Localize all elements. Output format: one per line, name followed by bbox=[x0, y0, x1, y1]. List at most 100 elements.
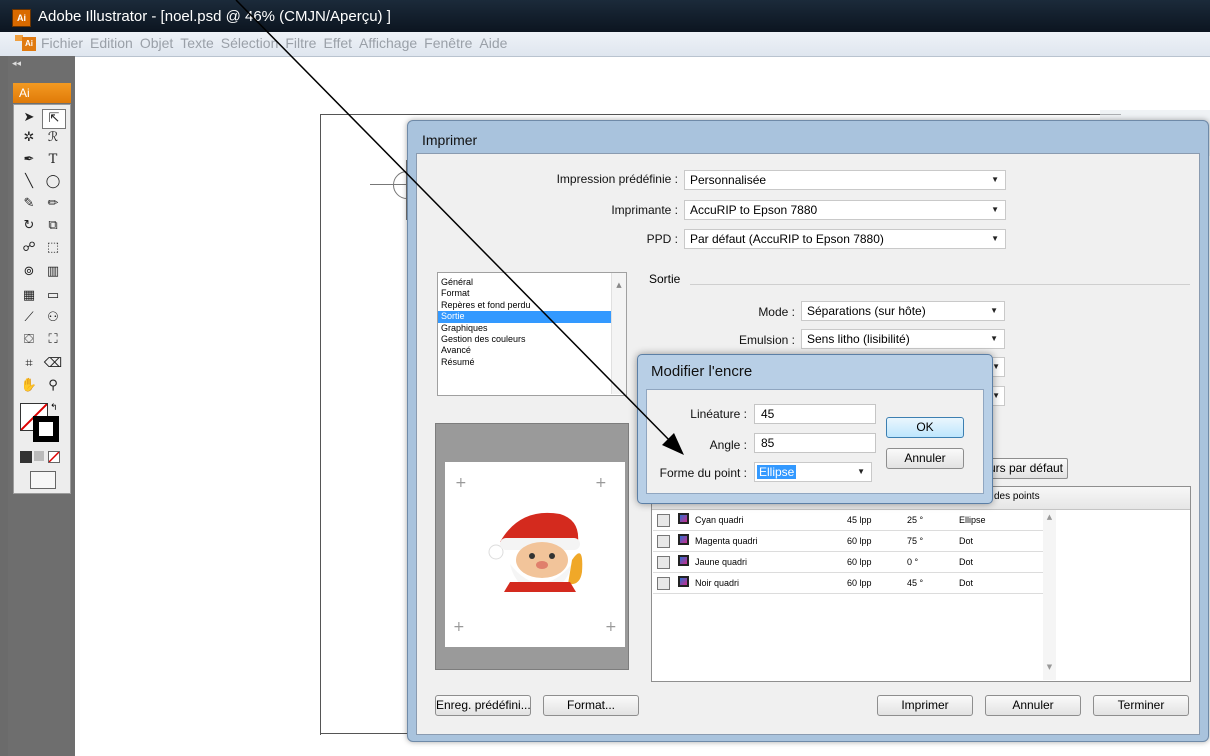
paintbrush-tool-icon[interactable]: ✎ bbox=[18, 195, 40, 213]
ok-button[interactable]: OK bbox=[886, 417, 964, 438]
printer-icon[interactable] bbox=[657, 577, 670, 590]
category-color-management[interactable]: Gestion des couleurs bbox=[438, 334, 626, 345]
ink-dot-shape: Dot bbox=[959, 536, 974, 546]
direct-selection-tool-icon[interactable]: ⇱ bbox=[42, 109, 66, 129]
ink-name: Noir quadri bbox=[695, 578, 740, 588]
emulsion-label: Emulsion : bbox=[738, 333, 795, 347]
ink-angle: 45 ° bbox=[907, 578, 924, 588]
swap-colors-icon[interactable]: ↰ bbox=[50, 403, 58, 413]
slice-tool-icon[interactable]: ⌗ bbox=[18, 355, 40, 373]
output-section-title: Sortie bbox=[649, 272, 681, 286]
eraser-tool-icon[interactable]: ⌫ bbox=[42, 355, 64, 373]
menu-selection[interactable]: Sélection bbox=[221, 35, 279, 51]
dot-column-header[interactable]: des points bbox=[994, 491, 1040, 502]
selection-tool-icon[interactable]: ➤ bbox=[18, 109, 40, 127]
cancel-button[interactable]: Annuler bbox=[985, 695, 1081, 716]
graph-tool-icon[interactable]: ▥ bbox=[42, 263, 64, 281]
menu-fichier[interactable]: Fichier bbox=[41, 35, 83, 51]
live-paint-tool-icon[interactable]: ⛋ bbox=[18, 331, 40, 349]
menu-items: Fichier Edition Objet Texte Sélection Fi… bbox=[41, 35, 507, 51]
menu-objet[interactable]: Objet bbox=[140, 35, 173, 51]
table-row[interactable]: Magenta quadri 60 lpp 75 ° Dot bbox=[653, 531, 1043, 552]
live-paint-selection-tool-icon[interactable]: ⛶ bbox=[42, 331, 64, 349]
menu-texte[interactable]: Texte bbox=[180, 35, 213, 51]
ellipse-tool-icon[interactable]: ◯ bbox=[42, 173, 64, 191]
warp-tool-icon[interactable]: ☍ bbox=[18, 239, 40, 257]
registration-icon: + bbox=[595, 475, 607, 491]
hand-tool-icon[interactable]: ✋ bbox=[18, 377, 40, 395]
gradient-mode-icon[interactable] bbox=[34, 451, 44, 461]
table-row[interactable]: Jaune quadri 60 lpp 0 ° Dot bbox=[653, 552, 1043, 573]
menu-affichage[interactable]: Affichage bbox=[359, 35, 417, 51]
symbol-sprayer-tool-icon[interactable]: ⊚ bbox=[18, 263, 40, 281]
santa-image bbox=[488, 512, 583, 592]
chevron-down-icon: ▼ bbox=[992, 391, 1000, 400]
chevron-down-icon: ▼ bbox=[990, 306, 998, 315]
category-output[interactable]: Sortie bbox=[438, 311, 626, 323]
mesh-tool-icon[interactable]: ▦ bbox=[18, 287, 40, 305]
format-button[interactable]: Format... bbox=[543, 695, 639, 716]
scale-tool-icon[interactable]: ⧉ bbox=[42, 217, 64, 235]
tool-grid: ➤ ⇱ ✲ ℛ ✒ T ╲ ◯ ✎ ✏ ↻ ⧉ ☍ ⬚ ⊚ ▥ ▦ ▭ ⟋ ⚇ … bbox=[13, 104, 71, 494]
lasso-tool-icon[interactable]: ℛ bbox=[42, 129, 64, 147]
ink-table-scrollbar[interactable]: ▲ ▼ bbox=[1043, 510, 1056, 680]
category-list: Général Format Repères et fond perdu Sor… bbox=[437, 272, 627, 396]
mode-select[interactable]: Séparations (sur hôte) ▼ bbox=[801, 301, 1005, 321]
free-transform-tool-icon[interactable]: ⬚ bbox=[42, 239, 64, 257]
category-marks-bleed[interactable]: Repères et fond perdu bbox=[438, 300, 626, 311]
menu-fenetre[interactable]: Fenêtre bbox=[424, 35, 472, 51]
pencil-tool-icon[interactable]: ✏ bbox=[42, 195, 64, 213]
table-row[interactable]: Noir quadri 60 lpp 45 ° Dot bbox=[653, 573, 1043, 594]
category-summary[interactable]: Résumé bbox=[438, 357, 626, 368]
ink-angle: 0 ° bbox=[907, 557, 919, 567]
done-button[interactable]: Terminer bbox=[1093, 695, 1189, 716]
ppd-select[interactable]: Par défaut (AccuRIP to Epson 7880) ▼ bbox=[684, 229, 1006, 249]
emulsion-select[interactable]: Sens litho (lisibilité) ▼ bbox=[801, 329, 1005, 349]
stroke-swatch-icon[interactable] bbox=[33, 416, 59, 442]
printer-icon[interactable] bbox=[657, 556, 670, 569]
category-advanced[interactable]: Avancé bbox=[438, 345, 626, 356]
none-mode-icon[interactable] bbox=[48, 451, 60, 463]
process-ink-icon bbox=[678, 534, 689, 545]
ppd-label: PPD : bbox=[646, 232, 678, 246]
pen-tool-icon[interactable]: ✒ bbox=[18, 151, 40, 169]
zoom-tool-icon[interactable]: ⚲ bbox=[42, 377, 64, 395]
eyedropper-tool-icon[interactable]: ⟋ bbox=[18, 309, 40, 327]
lineature-field[interactable]: 45 bbox=[754, 404, 876, 424]
printer-icon[interactable] bbox=[657, 514, 670, 527]
printer-select[interactable]: AccuRIP to Epson 7880 ▼ bbox=[684, 200, 1006, 220]
blend-tool-icon[interactable]: ⚇ bbox=[42, 309, 64, 327]
category-graphics[interactable]: Graphiques bbox=[438, 323, 626, 334]
category-general[interactable]: Général bbox=[438, 277, 626, 288]
modify-cancel-button[interactable]: Annuler bbox=[886, 448, 964, 469]
category-format[interactable]: Format bbox=[438, 288, 626, 299]
menu-aide[interactable]: Aide bbox=[479, 35, 507, 51]
type-tool-icon[interactable]: T bbox=[42, 151, 64, 169]
scroll-up-icon: ▲ bbox=[1046, 513, 1053, 521]
registration-icon: + bbox=[605, 619, 617, 635]
angle-field[interactable]: 85 bbox=[754, 433, 876, 453]
category-scrollbar[interactable]: ▲ bbox=[611, 273, 626, 394]
document-icon[interactable]: Ai bbox=[22, 37, 36, 51]
printer-icon[interactable] bbox=[657, 535, 670, 548]
menu-filtre[interactable]: Filtre bbox=[285, 35, 316, 51]
gradient-tool-icon[interactable]: ▭ bbox=[42, 287, 64, 305]
magic-wand-tool-icon[interactable]: ✲ bbox=[18, 129, 40, 147]
dot-shape-select[interactable]: Ellipse ▼ bbox=[754, 462, 872, 482]
line-tool-icon[interactable]: ╲ bbox=[18, 173, 40, 191]
collapse-panel-icon[interactable]: ◂◂ bbox=[12, 58, 21, 69]
menu-effet[interactable]: Effet bbox=[323, 35, 352, 51]
color-mode-icon[interactable] bbox=[20, 451, 32, 463]
rotate-tool-icon[interactable]: ↻ bbox=[18, 217, 40, 235]
illustrator-app-icon[interactable]: Ai bbox=[12, 9, 31, 27]
angle-label: Angle : bbox=[709, 438, 747, 452]
lineature-label: Linéature : bbox=[690, 407, 747, 421]
screen-mode-icon[interactable] bbox=[30, 471, 56, 489]
menu-edition[interactable]: Edition bbox=[90, 35, 133, 51]
save-preset-button[interactable]: Enreg. prédéfini... bbox=[435, 695, 531, 716]
table-row[interactable]: Cyan quadri 45 lpp 25 ° Ellipse bbox=[653, 510, 1043, 531]
default-values-button[interactable]: urs par défaut bbox=[980, 458, 1068, 479]
chevron-down-icon: ▼ bbox=[991, 175, 999, 184]
preset-select[interactable]: Personnalisée ▼ bbox=[684, 170, 1006, 190]
print-button[interactable]: Imprimer bbox=[877, 695, 973, 716]
